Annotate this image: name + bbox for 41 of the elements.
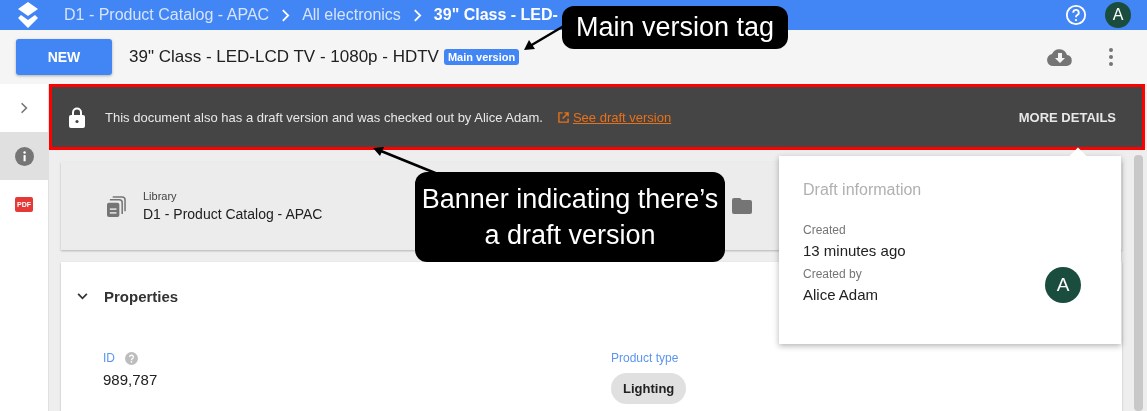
cloud-download-icon[interactable]	[1047, 48, 1073, 66]
breadcrumb-link[interactable]: D1 - Product Catalog - APAC	[64, 6, 270, 24]
field-label: ID	[103, 351, 115, 365]
library-name: D1 - Product Catalog - APAC	[143, 206, 323, 222]
user-avatar[interactable]: A	[1105, 2, 1131, 28]
chevron-right-icon	[412, 8, 422, 22]
collapse-chevron-icon[interactable]	[77, 293, 88, 300]
info-icon	[14, 146, 34, 166]
chevron-right-icon	[20, 102, 28, 114]
user-avatar: A	[1045, 267, 1081, 303]
field-label: Created by	[803, 267, 863, 281]
field-value: 13 minutes ago	[803, 242, 906, 259]
field-value: Alice Adam	[803, 286, 880, 303]
annotation-callout: Main version tag	[562, 6, 789, 49]
product-type-chip: Lighting	[611, 373, 687, 404]
document-title: 39" Class - LED-LCD TV - 1080p - HDTV	[129, 47, 439, 67]
library-icon	[107, 195, 126, 217]
scrollbar[interactable]	[1134, 155, 1143, 411]
field-label: Product type	[611, 351, 679, 365]
new-button[interactable]: NEW	[16, 39, 112, 75]
library-label: Library	[143, 190, 178, 202]
more-details-button[interactable]: MORE DETAILS	[1018, 105, 1116, 129]
breadcrumb-link[interactable]: 39" Class - LED-	[433, 6, 558, 24]
field-label: Created	[803, 223, 847, 237]
annotation-callout: Banner indicating there’s a draft version	[415, 172, 725, 262]
stack-logo-icon[interactable]	[18, 2, 38, 28]
section-title: Properties	[104, 288, 179, 305]
see-draft-link[interactable]: See draft version	[572, 109, 672, 125]
help-icon[interactable]	[125, 351, 138, 365]
banner-message: This document also has a draft version and was checked out by Alice Adam.	[105, 109, 543, 125]
external-link-icon	[557, 111, 569, 123]
lock-icon	[69, 106, 85, 128]
folder-icon	[732, 198, 753, 214]
help-icon[interactable]	[1065, 4, 1087, 26]
breadcrumb-link[interactable]: All electronics	[302, 6, 401, 24]
popover-title: Draft information	[803, 181, 923, 199]
field-value: 989,787	[103, 371, 158, 388]
more-options-icon[interactable]	[1109, 48, 1113, 66]
chevron-right-icon	[281, 8, 291, 22]
info-tab[interactable]	[0, 132, 48, 180]
version-tag: Main version	[443, 49, 520, 65]
